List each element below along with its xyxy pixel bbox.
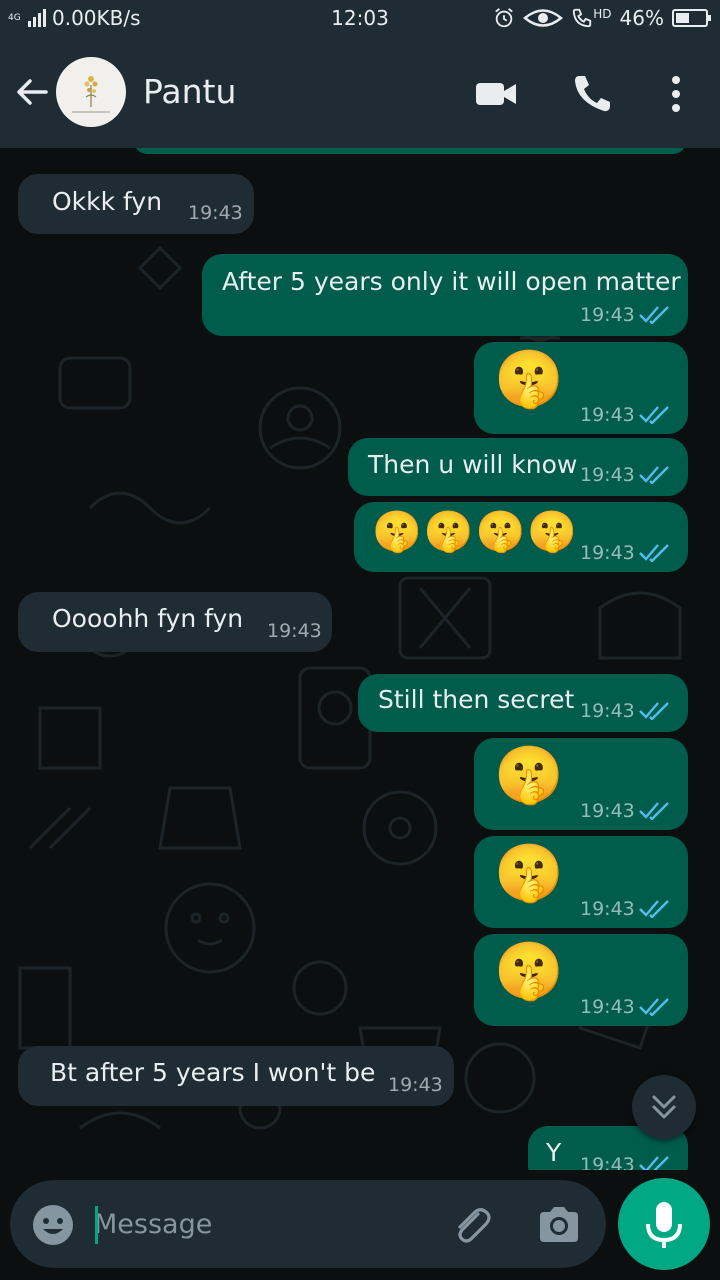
contact-name[interactable]: Pantu [143, 72, 236, 111]
battery-icon [672, 9, 711, 27]
alarm-icon [495, 8, 514, 28]
voice-message-button[interactable] [618, 1178, 710, 1270]
message-input[interactable] [94, 1202, 434, 1246]
message-time: 19:43 [267, 620, 322, 642]
message-time: 19:43 [188, 202, 243, 224]
emoji-shushing: 🤫 [494, 939, 564, 1004]
read-receipt-icon [639, 802, 669, 820]
microphone-icon [646, 1202, 682, 1248]
message-composer [10, 1180, 606, 1268]
battery-percent: 46% [619, 6, 664, 30]
read-receipt-icon [639, 702, 669, 720]
chat-header: Pantu [0, 36, 720, 148]
hd-call-icon: HD [571, 7, 612, 29]
emoji-shushing: 🤫 [494, 841, 564, 906]
emoji-shushing-row: 🤫🤫🤫🤫 [372, 509, 580, 555]
message-time: 19:43 [580, 1154, 635, 1170]
message-text: After 5 years only it will open matter [222, 267, 681, 296]
message-bubble-outgoing[interactable]: 🤫 19:43 [474, 836, 688, 928]
message-text: Then u will know [368, 450, 578, 479]
message-bubble-incoming[interactable]: Oooohh fyn fyn 19:43 [18, 592, 332, 652]
read-receipt-icon [639, 406, 669, 424]
status-bar: 4G 0.00KB/s 12:03 HD 46% [0, 0, 720, 36]
double-chevron-down-icon [652, 1095, 676, 1119]
message-time: 19:43 [580, 898, 635, 920]
text-cursor [95, 1206, 98, 1244]
message-time: 19:43 [580, 304, 635, 326]
flower-illustration-icon [72, 76, 110, 113]
message-bubble-outgoing[interactable]: Still then secret 19:43 [358, 674, 688, 732]
voice-call-icon[interactable] [570, 72, 614, 116]
read-receipt-icon [639, 900, 669, 918]
message-bubble-outgoing[interactable]: After 5 years only it will open matter 1… [202, 254, 688, 336]
previous-message-edge [134, 148, 686, 154]
camera-icon[interactable] [536, 1204, 582, 1246]
message-bubble-outgoing[interactable]: 🤫 19:43 [474, 738, 688, 830]
message-bubble-incoming[interactable]: Okkk fyn 19:43 [18, 174, 254, 234]
emoji-shushing: 🤫 [494, 743, 564, 808]
more-options-icon[interactable] [654, 72, 698, 116]
read-receipt-icon [639, 306, 669, 324]
message-text: Still then secret [378, 685, 575, 714]
message-time: 19:43 [580, 996, 635, 1018]
eye-icon [523, 9, 564, 27]
message-time: 19:43 [580, 542, 635, 564]
message-time: 19:43 [580, 464, 635, 486]
message-text: Bt after 5 years I won't be [50, 1058, 376, 1087]
message-bubble-outgoing[interactable]: 🤫🤫🤫🤫 19:43 [354, 502, 688, 572]
message-bubble-outgoing[interactable]: Then u will know 19:43 [348, 438, 688, 496]
message-time: 19:43 [580, 404, 635, 426]
emoji-shushing: 🤫 [494, 347, 564, 412]
message-bubble-incoming[interactable]: Bt after 5 years I won't be 19:43 [18, 1046, 454, 1106]
message-time: 19:43 [580, 700, 635, 722]
read-receipt-icon [639, 998, 669, 1016]
video-call-icon[interactable] [474, 72, 518, 116]
message-text: Oooohh fyn fyn [52, 604, 244, 633]
chat-area[interactable]: Okkk fyn 19:43 After 5 years only it wil… [0, 148, 720, 1170]
back-arrow-icon[interactable] [14, 74, 50, 110]
message-bubble-outgoing[interactable]: 🤫 19:43 [474, 342, 688, 434]
message-bubble-outgoing[interactable]: 🤫 19:43 [474, 934, 688, 1026]
message-time: 19:43 [388, 1074, 443, 1096]
read-receipt-icon [639, 1156, 669, 1170]
scroll-to-bottom-button[interactable] [632, 1075, 696, 1139]
message-text: Okkk fyn [52, 187, 163, 216]
message-text: Y [546, 1138, 562, 1167]
message-time: 19:43 [580, 800, 635, 822]
attach-icon[interactable] [448, 1202, 496, 1250]
read-receipt-icon [639, 544, 669, 562]
avatar[interactable] [56, 57, 126, 127]
emoji-icon[interactable] [32, 1204, 74, 1246]
read-receipt-icon [639, 466, 669, 484]
